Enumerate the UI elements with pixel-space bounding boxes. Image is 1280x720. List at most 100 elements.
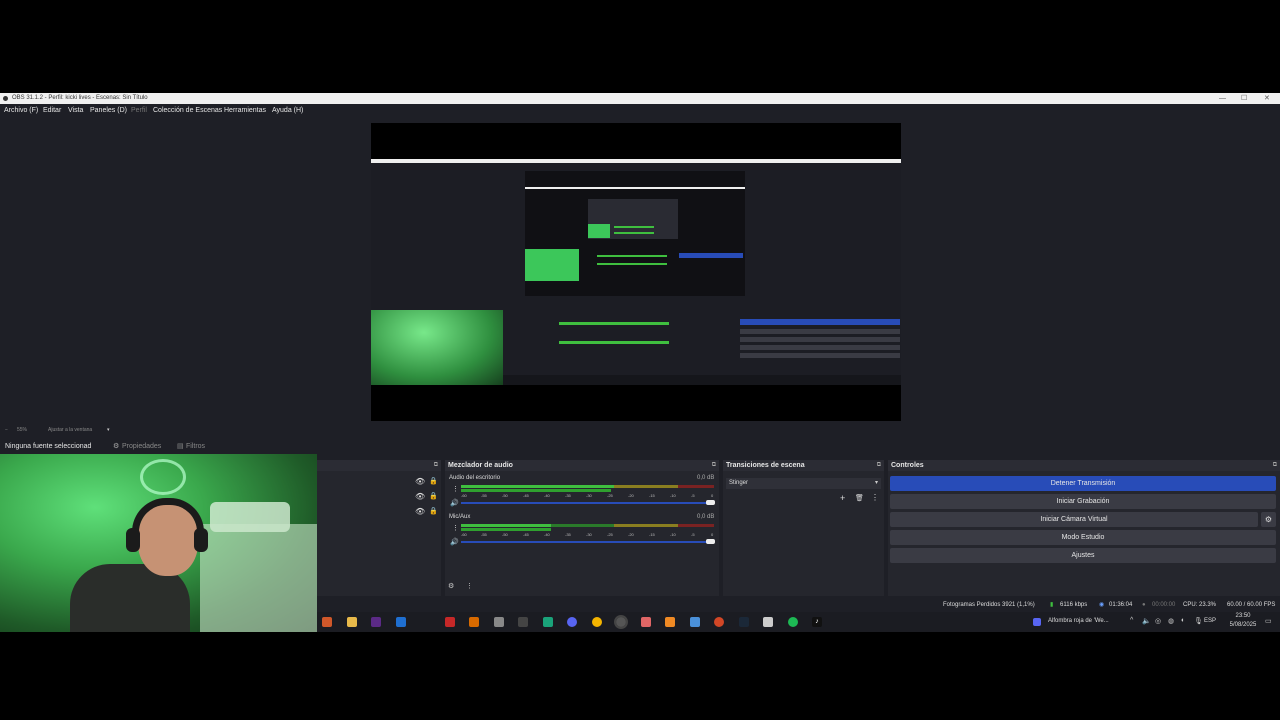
- visibility-eye-icon[interactable]: 👁: [415, 507, 425, 516]
- tray-chevron-icon[interactable]: ^: [1130, 617, 1133, 624]
- now-playing[interactable]: Alfombra roja de 'We...: [1048, 618, 1109, 624]
- window-titlebar: OBS 31.1.2 - Perfil: kicki lives - Escen…: [0, 93, 1280, 104]
- menu-coleccion-escenas[interactable]: Colección de Escenas: [153, 104, 222, 117]
- undock-icon[interactable]: ⧉: [1273, 460, 1277, 471]
- language-indicator[interactable]: ESP: [1204, 618, 1216, 624]
- minimize-button[interactable]: —: [1219, 93, 1226, 104]
- properties-button[interactable]: Propiedades: [122, 440, 161, 454]
- close-button[interactable]: ✕: [1264, 93, 1270, 104]
- neon-sign: [140, 459, 186, 495]
- speaker-icon[interactable]: 🔊: [450, 538, 459, 546]
- illustrator-icon[interactable]: [469, 617, 479, 627]
- volume-slider[interactable]: [461, 502, 711, 504]
- menu-ayuda[interactable]: Ayuda (H): [272, 104, 303, 117]
- zoom-out-button[interactable]: −: [5, 424, 8, 436]
- filters-button[interactable]: Filtros: [186, 440, 205, 454]
- premiere-icon[interactable]: [371, 617, 381, 627]
- delete-transition-icon[interactable]: 🗑: [855, 494, 864, 502]
- tiktok-icon[interactable]: ♪: [812, 617, 822, 627]
- no-source-label: Ninguna fuente seleccionad: [5, 443, 92, 450]
- add-transition-icon[interactable]: +: [840, 493, 845, 503]
- microphone-icon[interactable]: 🎙: [1194, 617, 1203, 625]
- undock-icon[interactable]: ⧉: [434, 460, 438, 471]
- menu-herramientas[interactable]: Herramientas: [224, 104, 266, 117]
- source-toolbar: Ninguna fuente seleccionad ⚙ Propiedades…: [0, 440, 320, 454]
- steam-icon[interactable]: [739, 617, 749, 627]
- file-explorer-icon[interactable]: [347, 617, 357, 627]
- maximize-button[interactable]: ☐: [1241, 93, 1247, 104]
- channel-name: Mic/Aux: [449, 514, 471, 520]
- transition-select[interactable]: Stinger ▾: [726, 478, 881, 489]
- window-title: OBS 31.1.2 - Perfil: kicki lives - Escen…: [12, 95, 148, 101]
- speaker-icon[interactable]: 🔊: [450, 499, 459, 507]
- preview-zoom-bar: − 55% Ajustar a la ventana ▾: [0, 424, 1280, 436]
- notifications-icon[interactable]: ▭: [1265, 617, 1272, 625]
- taskbar-app-icon[interactable]: [322, 617, 332, 627]
- taskbar-app-icon[interactable]: [690, 617, 700, 627]
- media-icon: [1033, 618, 1041, 626]
- filter-icon[interactable]: ▤: [177, 440, 184, 454]
- record-icon: ●: [1142, 602, 1146, 608]
- zoom-value: 55%: [17, 427, 28, 433]
- undock-icon[interactable]: ⧉: [712, 460, 716, 471]
- start-recording-button[interactable]: Iniciar Grabación: [890, 494, 1276, 509]
- webcam-overlay: [0, 454, 317, 632]
- lock-icon[interactable]: 🔒: [429, 477, 438, 485]
- discord-icon[interactable]: [567, 617, 577, 627]
- powerpoint-icon[interactable]: [714, 617, 724, 627]
- channel-db: 0,0 dB: [697, 475, 715, 481]
- volume-slider-handle[interactable]: [706, 500, 715, 505]
- volume-meter-green: [561, 485, 614, 488]
- menu-archivo[interactable]: Archivo (F): [4, 104, 38, 117]
- menu-editar[interactable]: Editar: [43, 104, 61, 117]
- studio-mode-button[interactable]: Modo Estudio: [890, 530, 1276, 545]
- channel-db: 0,0 dB: [697, 514, 715, 520]
- channel-name: Audio del escritorio: [449, 475, 501, 481]
- mixer-menu-icon[interactable]: ⋮: [466, 582, 473, 590]
- mouse-app-icon[interactable]: [494, 617, 504, 627]
- undock-icon[interactable]: ⧉: [877, 460, 881, 471]
- meter-ticks: -60 -55 -50 -45 -40 -35 -30 -25 -20 -15 …: [461, 493, 714, 498]
- menu-perfil[interactable]: Perfil: [131, 104, 147, 117]
- transitions-dock: Transiciones de escena ⧉ Stinger ▾ + 🗑 ⋮: [723, 460, 884, 596]
- tray-icon[interactable]: ◎: [1155, 617, 1161, 625]
- taskbar-app-icon[interactable]: [518, 617, 528, 627]
- spotify-icon[interactable]: [788, 617, 798, 627]
- transitions-title: Transiciones de escena: [726, 462, 805, 469]
- outlook-icon[interactable]: [396, 617, 406, 627]
- tray-icon[interactable]: ◐: [1181, 617, 1185, 624]
- taskbar-app-icon[interactable]: [445, 617, 455, 627]
- channel-menu-icon[interactable]: ⋮: [452, 485, 459, 493]
- bed: [200, 524, 317, 632]
- volume-slider-handle[interactable]: [706, 539, 715, 544]
- menu-paneles[interactable]: Paneles (D): [90, 104, 127, 117]
- channel-menu-icon[interactable]: ⋮: [452, 524, 459, 532]
- capcut-icon[interactable]: [763, 617, 773, 627]
- vlc-icon[interactable]: [665, 617, 675, 627]
- taskbar-app-icon[interactable]: [641, 617, 651, 627]
- volume-icon[interactable]: 🔈: [1142, 617, 1151, 625]
- chrome-icon[interactable]: [592, 617, 602, 627]
- menu-vista[interactable]: Vista: [68, 104, 83, 117]
- stop-streaming-button[interactable]: Detener Transmisión: [890, 476, 1276, 491]
- obs-icon[interactable]: [614, 615, 628, 629]
- volume-meter-red: [678, 524, 714, 527]
- advanced-audio-icon[interactable]: ⚙: [448, 582, 454, 590]
- visibility-eye-icon[interactable]: 👁: [415, 477, 425, 486]
- zoom-fit-dropdown[interactable]: Ajustar a la ventana: [48, 424, 92, 436]
- volume-slider[interactable]: [461, 541, 711, 543]
- chevron-down-icon[interactable]: ▾: [107, 424, 110, 436]
- visibility-eye-icon[interactable]: 👁: [415, 492, 425, 501]
- gear-icon[interactable]: ⚙: [113, 440, 119, 454]
- virtual-camera-gear-icon[interactable]: ⚙: [1261, 512, 1276, 527]
- settings-button[interactable]: Ajustes: [890, 548, 1276, 563]
- lock-icon[interactable]: 🔒: [429, 492, 438, 500]
- lock-icon[interactable]: 🔒: [429, 507, 438, 515]
- tray-icon[interactable]: ◍: [1168, 617, 1174, 625]
- transition-menu-icon[interactable]: ⋮: [871, 493, 879, 502]
- volume-meter-red: [678, 485, 714, 488]
- start-virtual-camera-button[interactable]: Iniciar Cámara Virtual: [890, 512, 1258, 527]
- clock-time[interactable]: 23:50: [1227, 613, 1259, 619]
- taskbar-app-icon[interactable]: [543, 617, 553, 627]
- clock-date[interactable]: 5/08/2025: [1223, 622, 1263, 628]
